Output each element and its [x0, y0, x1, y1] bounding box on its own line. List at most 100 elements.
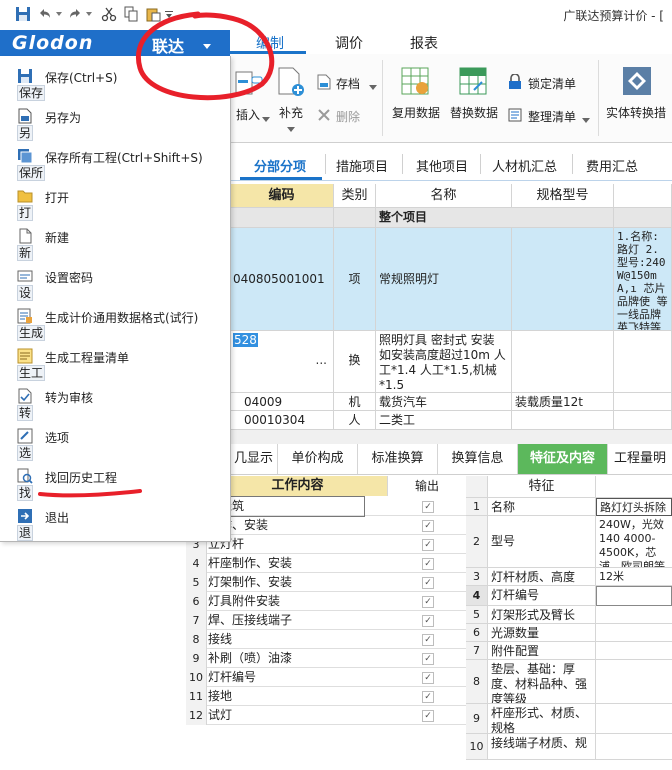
output-checkbox[interactable]: ✓ [422, 691, 434, 703]
feature-name-cell[interactable]: 光源数量 [488, 624, 596, 642]
table-row[interactable]: 11 接地 ✓ [186, 687, 466, 706]
menu-item-password[interactable]: 设设置密码 [0, 264, 230, 304]
table-row[interactable]: 6 灯具附件安装 ✓ [186, 592, 466, 611]
reuse-data-icon[interactable] [400, 66, 430, 99]
insert-row-icon[interactable] [234, 68, 264, 101]
more-button[interactable]: ... [316, 353, 327, 368]
feature-name-cell[interactable]: 附件配置 [488, 642, 596, 660]
output-checkbox[interactable]: ✓ [422, 596, 434, 608]
col-header-name[interactable]: 名称 [376, 184, 512, 208]
work-content-text[interactable]: 基浇筑 [206, 496, 366, 517]
work-content-text[interactable]: 试灯 [208, 706, 232, 725]
work-content-text[interactable]: 灯架制作、安装 [208, 573, 292, 592]
reuse-data-button[interactable]: 复用数据 [392, 104, 440, 121]
col-header-extra[interactable] [614, 184, 672, 208]
work-content-text[interactable]: 接地 [208, 687, 232, 706]
machine-name-cell[interactable]: 载货汽车 [376, 393, 512, 411]
output-checkbox[interactable]: ✓ [422, 672, 434, 684]
tab-display[interactable]: 几显示 [230, 444, 278, 474]
replace-data-icon[interactable] [458, 66, 488, 99]
undo-icon[interactable] [36, 5, 54, 23]
work-content-text[interactable]: 补刷（喷）油漆 [208, 649, 292, 668]
tab-measures[interactable]: 措施项目 [336, 156, 388, 175]
feature-name-cell[interactable]: 接线端子材质、规 [488, 734, 596, 760]
output-checkbox[interactable]: ✓ [422, 520, 434, 532]
archive-button[interactable]: 存档 [336, 75, 360, 92]
menu-item-save-all[interactable]: 保所 保存所有工程(Ctrl+Shift+S) [0, 144, 230, 184]
entity-convert-icon[interactable] [622, 66, 652, 99]
chevron-down-icon[interactable] [54, 5, 64, 23]
feature-value-cell[interactable] [596, 606, 672, 624]
menu-item-new-file[interactable]: 新新建 [0, 224, 230, 264]
feature-value-cell[interactable] [596, 660, 672, 704]
output-checkbox[interactable]: ✓ [422, 577, 434, 589]
feature-value-cell[interactable] [596, 624, 672, 642]
work-content-text[interactable]: 接线 [208, 630, 232, 649]
chevron-down-icon[interactable] [369, 80, 377, 94]
col-header-spec[interactable]: 规格型号 [512, 184, 614, 208]
copy-icon[interactable] [122, 5, 140, 23]
item-type-cell[interactable]: 项 [334, 228, 376, 331]
menu-item-export-data[interactable]: 生成 生成计价通用数据格式(试行) [0, 304, 230, 344]
table-row[interactable]: 4 杆座制作、安装 ✓ [186, 554, 466, 573]
chevron-down-icon[interactable] [582, 113, 590, 127]
tab-price-adjust[interactable]: 调价 [335, 33, 363, 53]
labor-type-cell[interactable]: 人 [334, 411, 376, 430]
subitem-name-cell[interactable]: 照明灯具 密封式 安装 如安装高度超过10m 人工*1.4 人工*1.5,机械*… [376, 331, 512, 393]
organize-list-icon[interactable] [508, 108, 522, 125]
labor-name-cell[interactable]: 二类工 [376, 411, 512, 430]
feature-header[interactable]: 特征 [488, 476, 596, 498]
menu-item-folder-open[interactable]: 打打开 [0, 184, 230, 224]
tab-cost-summary[interactable]: 费用汇总 [586, 156, 638, 175]
labor-code-cell[interactable]: 00010304 [230, 411, 334, 430]
table-row[interactable] [230, 208, 334, 228]
feature-name-cell[interactable]: 灯杆材质、高度 [488, 568, 596, 586]
insert-button[interactable]: 插入 [236, 106, 260, 123]
table-row[interactable]: 5 灯架制作、安装 ✓ [186, 573, 466, 592]
tab-sub-items[interactable]: 分部分项 [254, 156, 306, 175]
menu-item-options[interactable]: 选选项 [0, 424, 230, 464]
machine-type-cell[interactable]: 机 [334, 393, 376, 411]
feature-name-cell[interactable]: 型号 [488, 516, 596, 568]
lock-list-button[interactable]: 锁定清单 [528, 75, 576, 92]
tab-report[interactable]: 报表 [410, 33, 438, 53]
paste-icon[interactable] [144, 5, 162, 23]
work-content-text[interactable]: 灯杆编号 [208, 668, 256, 687]
project-name-cell[interactable]: 整个项目 [376, 208, 614, 228]
feature-value-cell[interactable]: 12米 [596, 568, 672, 586]
organize-list-button[interactable]: 整理清单 [528, 108, 576, 125]
tab-labor-material-summary[interactable]: 人材机汇总 [492, 156, 557, 175]
item-spec-cell[interactable] [512, 228, 614, 331]
output-checkbox[interactable]: ✓ [422, 710, 434, 722]
col-header-type[interactable]: 类别 [334, 184, 376, 208]
redo-icon[interactable] [66, 5, 84, 23]
subitem-code-text[interactable]: 528 [233, 333, 258, 347]
cut-icon[interactable] [100, 5, 118, 23]
chevron-down-icon[interactable] [203, 39, 211, 53]
subitem-spec-cell[interactable] [512, 331, 614, 393]
machine-code-cell[interactable]: 04009 [230, 393, 334, 411]
tab-quantity-detail[interactable]: 工程量明 [608, 444, 672, 474]
lock-icon[interactable] [508, 73, 522, 93]
feature-value-cell[interactable]: 240W，光效140 4000-4500K，芯 浦、欧司朗等一 茂硕，英飞特等 [596, 516, 672, 568]
tab-unit-price[interactable]: 单价构成 [278, 444, 358, 474]
archive-icon[interactable] [316, 74, 332, 93]
feature-value-cell[interactable] [596, 642, 672, 660]
feature-name-cell[interactable]: 杆座形式、材质、规格 [488, 704, 596, 734]
output-checkbox[interactable]: ✓ [422, 634, 434, 646]
feature-value-cell[interactable] [596, 734, 672, 760]
menu-item-history-search[interactable]: 找找回历史工程 [0, 464, 230, 504]
tab-conversion-info[interactable]: 换算信息 [438, 444, 518, 474]
output-checkbox[interactable]: ✓ [422, 615, 434, 627]
output-checkbox[interactable]: ✓ [422, 558, 434, 570]
machine-spec-cell[interactable]: 装载质量12t [512, 393, 614, 411]
feature-value-header[interactable] [596, 476, 672, 498]
work-content-text[interactable]: 杆座制作、安装 [208, 554, 292, 573]
labor-spec-cell[interactable] [512, 411, 614, 430]
work-content-text[interactable]: 焊、压接线端子 [208, 611, 292, 630]
feature-name-cell[interactable]: 灯架形式及臂长 [488, 606, 596, 624]
subitem-type-cell[interactable]: 换 [334, 331, 376, 393]
output-checkbox[interactable]: ✓ [422, 653, 434, 665]
feature-name-cell[interactable]: 名称 [488, 498, 596, 516]
chevron-down-icon[interactable] [287, 122, 295, 136]
